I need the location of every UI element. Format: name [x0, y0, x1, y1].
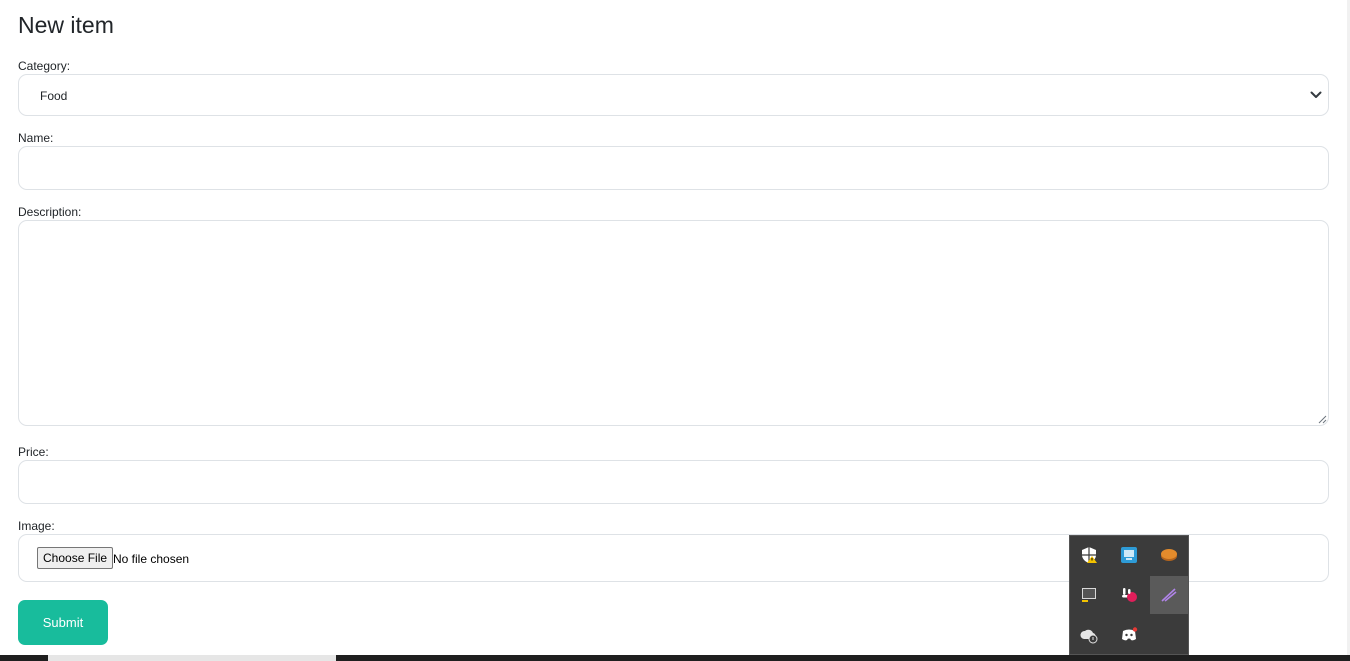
taskbar: [0, 655, 1350, 661]
category-select[interactable]: Food: [18, 74, 1329, 116]
choose-file-button[interactable]: Choose File: [37, 547, 114, 569]
chevron-down-icon: [1310, 91, 1322, 98]
display-icon[interactable]: [1070, 576, 1108, 614]
feather-app-icon[interactable]: [1150, 576, 1188, 614]
name-label: Name:: [18, 131, 54, 145]
category-selected-value: Food: [40, 89, 68, 103]
resize-grip-icon[interactable]: [1318, 415, 1327, 424]
page-title: New item: [18, 12, 114, 38]
category-label: Category:: [18, 59, 71, 73]
price-input[interactable]: [18, 460, 1329, 504]
name-input[interactable]: [18, 146, 1329, 190]
price-label: Price:: [18, 445, 49, 459]
discord-icon[interactable]: [1110, 616, 1148, 654]
cloud-sync-icon[interactable]: [1070, 616, 1108, 654]
system-tray-overflow: [1069, 535, 1189, 655]
windows-security-warning-icon[interactable]: [1070, 536, 1108, 574]
description-textarea[interactable]: [18, 220, 1329, 426]
slack-icon[interactable]: [1110, 576, 1148, 614]
pie-app-icon[interactable]: [1150, 536, 1188, 574]
network-monitor-icon[interactable]: [1110, 536, 1148, 574]
taskbar-active-window[interactable]: [48, 655, 336, 661]
file-status-text: No file chosen: [113, 552, 190, 566]
description-label: Description:: [18, 205, 82, 219]
submit-button[interactable]: Submit: [18, 600, 108, 645]
image-label: Image:: [18, 519, 55, 533]
